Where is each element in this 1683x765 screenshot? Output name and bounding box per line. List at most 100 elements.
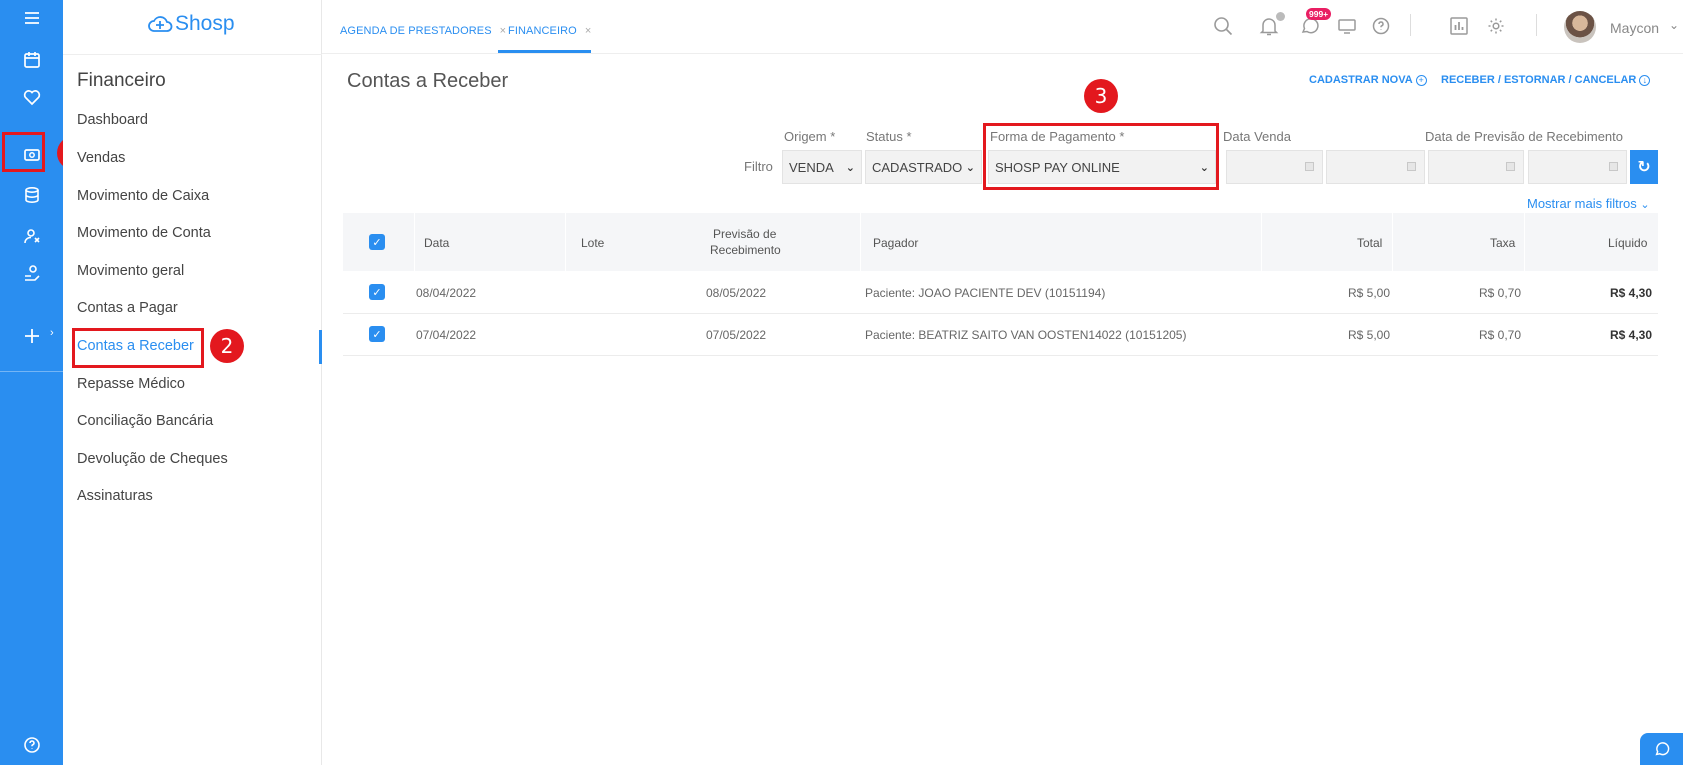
- data-venda-start-input[interactable]: [1226, 150, 1323, 184]
- sidebar-item-movimento-geral[interactable]: Movimento geral: [77, 263, 184, 279]
- header-previsao-line2[interactable]: Recebimento: [710, 243, 781, 257]
- monitor-icon: [1338, 19, 1356, 34]
- sidebar-item-devolucao-cheques[interactable]: Devolução de Cheques: [77, 451, 228, 467]
- notification-dot: [1276, 12, 1285, 21]
- menu-toggle[interactable]: [0, 0, 63, 36]
- receber-estornar-cancelar-link[interactable]: RECEBER / ESTORNAR / CANCELAR ↓: [1441, 74, 1651, 86]
- sidebar-title: Financeiro: [77, 70, 166, 91]
- plus-circle-icon: +: [1415, 75, 1427, 86]
- rail-users[interactable]: [0, 218, 63, 254]
- chevron-down-icon: ⌄: [1640, 199, 1650, 211]
- plus-icon: [24, 329, 39, 343]
- download-circle-icon: ↓: [1639, 75, 1651, 86]
- topbar-divider: [1536, 14, 1537, 36]
- data-previsao-label: Data de Previsão de Recebimento: [1425, 129, 1624, 144]
- avatar[interactable]: [1564, 11, 1596, 43]
- header-total[interactable]: Total: [1357, 236, 1382, 250]
- annotation-box-1: [2, 132, 45, 172]
- header-previsao-line1[interactable]: Previsão de: [713, 227, 776, 241]
- refresh-button[interactable]: ↻: [1630, 150, 1658, 184]
- row-data: 07/04/2022: [416, 328, 477, 342]
- select-all-checkbox[interactable]: ✓: [369, 234, 385, 250]
- user-settings-icon: [23, 229, 40, 244]
- close-icon[interactable]: ×: [585, 25, 592, 37]
- username[interactable]: Maycon: [1610, 20, 1659, 36]
- row-checkbox[interactable]: ✓: [369, 284, 385, 300]
- row-taxa: R$ 0,70: [1479, 286, 1522, 300]
- sidebar-item-movimento-conta[interactable]: Movimento de Conta: [77, 225, 211, 241]
- chevron-down-icon: ⌄: [965, 161, 975, 174]
- origem-select[interactable]: VENDA ⌄: [782, 150, 862, 184]
- row-pagador: Paciente: BEATRIZ SAITO VAN OOSTEN14022 …: [865, 328, 1187, 342]
- chat-support-button[interactable]: [1640, 733, 1683, 765]
- rail-agenda[interactable]: [0, 42, 63, 78]
- rail-database[interactable]: [0, 177, 63, 213]
- row-taxa: R$ 0,70: [1479, 328, 1522, 342]
- row-liquido: R$ 4,30: [1610, 286, 1653, 300]
- row-pagador: Paciente: JOAO PACIENTE DEV (10151194): [865, 286, 1106, 300]
- calendar-icon: [1305, 162, 1314, 171]
- row-checkbox[interactable]: ✓: [369, 326, 385, 342]
- sidebar-item-contas-pagar[interactable]: Contas a Pagar: [77, 300, 178, 316]
- search-button[interactable]: [1211, 14, 1235, 38]
- close-icon[interactable]: ×: [500, 25, 507, 37]
- display-button[interactable]: [1335, 14, 1359, 38]
- tab-label: FINANCEIRO: [508, 25, 577, 37]
- financeiro-sidebar: Shosp Financeiro Dashboard Vendas Movime…: [63, 0, 322, 765]
- rail-help[interactable]: [0, 727, 63, 763]
- rail-hand[interactable]: [0, 255, 63, 291]
- data-previsao-end-input[interactable]: [1528, 150, 1627, 184]
- table-header: [343, 213, 1658, 271]
- header-separator: [1392, 213, 1393, 271]
- heart-icon: [23, 90, 40, 106]
- page-title: Contas a Receber: [347, 70, 509, 92]
- sidebar-item-movimento-caixa[interactable]: Movimento de Caixa: [77, 188, 209, 204]
- header-separator: [414, 213, 415, 271]
- origem-label: Origem *: [784, 129, 836, 144]
- sidebar-active-indicator: [319, 330, 322, 364]
- row-previsao: 07/05/2022: [706, 328, 767, 342]
- sidebar-item-assinaturas[interactable]: Assinaturas: [77, 488, 153, 504]
- rail-favorites[interactable]: [0, 79, 63, 115]
- refresh-icon: ↻: [1637, 159, 1651, 176]
- tab-financeiro[interactable]: FINANCEIRO ×: [508, 25, 591, 37]
- mostrar-mais-filtros-link[interactable]: Mostrar mais filtros ⌄: [1527, 196, 1650, 211]
- header-taxa[interactable]: Taxa: [1490, 236, 1515, 250]
- status-value: CADASTRADO: [872, 159, 963, 175]
- data-previsao-start-input[interactable]: [1428, 150, 1524, 184]
- data-venda-end-input[interactable]: [1326, 150, 1425, 184]
- row-total: R$ 5,00: [1348, 328, 1391, 342]
- help-button[interactable]: [1369, 14, 1393, 38]
- origem-value: VENDA: [789, 159, 834, 175]
- reports-button[interactable]: [1447, 14, 1471, 38]
- chevron-down-icon[interactable]: ⌄: [1669, 18, 1679, 32]
- settings-button[interactable]: [1484, 14, 1508, 38]
- sidebar-item-conciliacao-bancaria[interactable]: Conciliação Bancária: [77, 413, 213, 429]
- header-liquido[interactable]: Líquido: [1608, 236, 1647, 250]
- calendar-icon: [1609, 162, 1618, 171]
- sidebar-item-dashboard[interactable]: Dashboard: [77, 112, 148, 128]
- header-separator: [1261, 213, 1262, 271]
- rail-add[interactable]: ›: [0, 318, 63, 354]
- annotation-marker-3: 3: [1084, 79, 1118, 113]
- calendar-icon: [1506, 162, 1515, 171]
- hand-user-icon: [24, 265, 40, 281]
- chevron-down-icon: ⌄: [845, 161, 855, 174]
- tab-agenda-prestadores[interactable]: AGENDA DE PRESTADORES ×: [340, 25, 506, 37]
- data-venda-label: Data Venda: [1223, 129, 1291, 144]
- chevron-right-icon: ›: [50, 327, 54, 339]
- question-icon: [1372, 17, 1390, 35]
- header-lote[interactable]: Lote: [581, 236, 604, 250]
- shosp-logo[interactable]: Shosp: [147, 12, 235, 36]
- status-select[interactable]: CADASTRADO ⌄: [865, 150, 982, 184]
- row-total: R$ 5,00: [1348, 286, 1391, 300]
- active-tab-indicator: [498, 50, 591, 53]
- sidebar-item-vendas[interactable]: Vendas: [77, 150, 125, 166]
- header-data[interactable]: Data: [424, 236, 449, 250]
- database-icon: [24, 186, 39, 204]
- gear-icon: [1488, 18, 1504, 34]
- header-separator: [860, 213, 861, 271]
- header-pagador[interactable]: Pagador: [873, 236, 918, 250]
- sidebar-item-repasse-medico[interactable]: Repasse Médico: [77, 376, 185, 392]
- cadastrar-nova-link[interactable]: CADASTRAR NOVA +: [1309, 74, 1427, 86]
